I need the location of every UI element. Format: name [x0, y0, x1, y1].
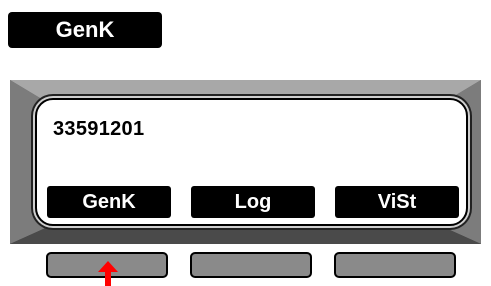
- softkey-label-vist: ViSt: [335, 186, 459, 218]
- softkey-button-2[interactable]: [190, 252, 312, 278]
- frame-bottom-bevel: [10, 226, 481, 244]
- softkey-label-genk: GenK: [47, 186, 171, 218]
- softkey-button-3[interactable]: [334, 252, 456, 278]
- display-number: 33591201: [53, 118, 145, 140]
- phone-display-illustration: GenK 33591201 GenK Log ViSt: [0, 0, 491, 286]
- display-screen: 33591201 GenK Log ViSt: [35, 98, 468, 226]
- up-arrow-icon: [98, 261, 118, 286]
- softkey-label-log: Log: [191, 186, 315, 218]
